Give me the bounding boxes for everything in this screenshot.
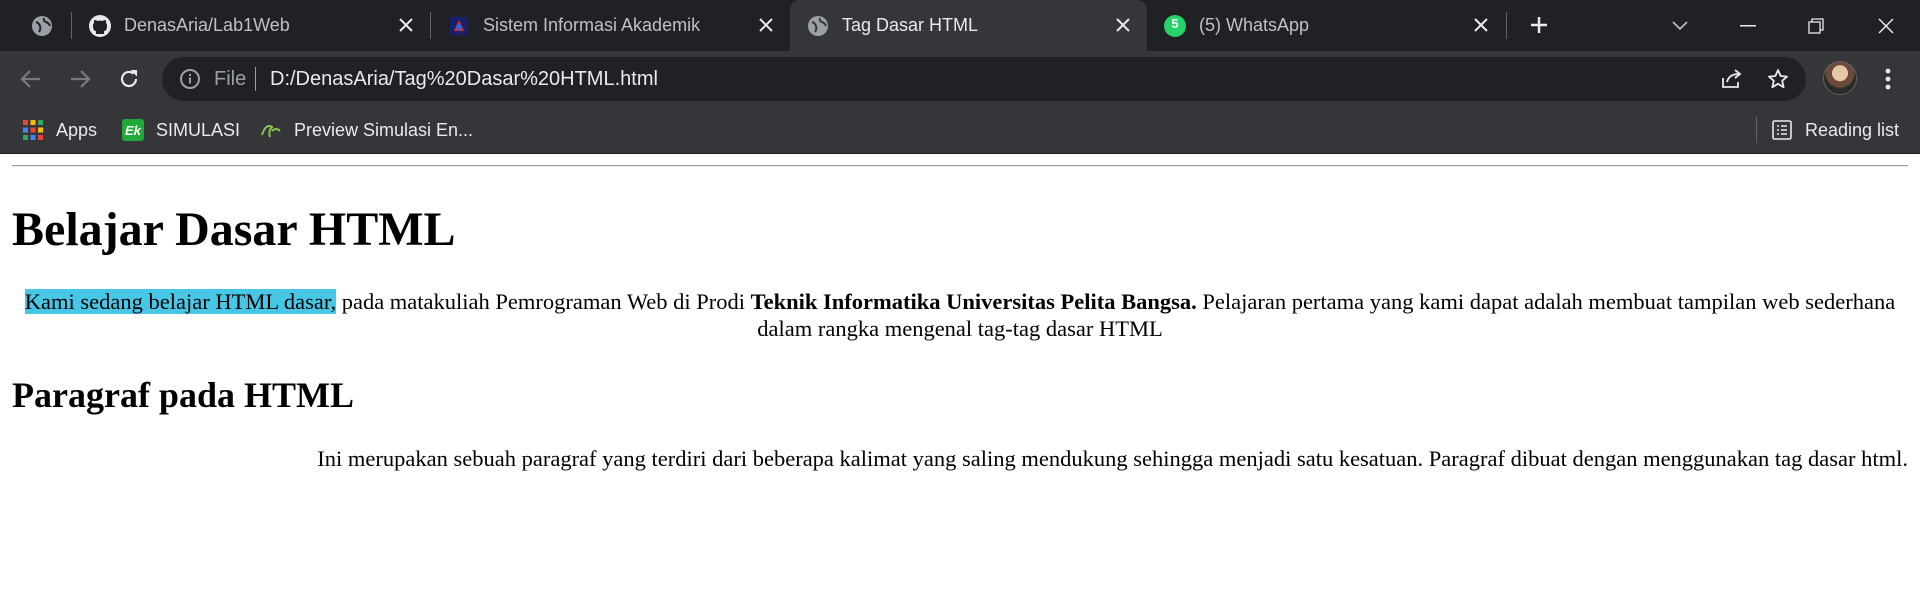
intro-paragraph: Kami sedang belajar HTML dasar, pada mat… [12, 288, 1908, 342]
university-logo-icon [447, 14, 471, 38]
close-icon [1878, 17, 1894, 34]
url-text[interactable]: D:/DenasAria/Tag%20Dasar%20HTML.html [270, 68, 658, 91]
restore-button[interactable] [1786, 0, 1846, 51]
chevron-down-icon [1672, 20, 1688, 30]
tab-github[interactable]: DenasAria/Lab1Web [72, 0, 430, 51]
leaf-logo-icon [260, 119, 282, 141]
bookmark-preview-simulasi[interactable]: Preview Simulasi En... [260, 117, 473, 143]
arrow-right-icon [71, 70, 91, 88]
reading-list-label: Reading list [1805, 119, 1900, 140]
forward-button[interactable] [64, 63, 96, 95]
close-window-button[interactable] [1856, 0, 1916, 51]
back-button[interactable] [15, 63, 47, 95]
section-heading: Paragraf pada HTML [12, 375, 354, 415]
close-icon[interactable] [1469, 13, 1493, 37]
globe-icon [30, 14, 54, 38]
tab-search-button[interactable] [1650, 0, 1710, 51]
page-content: Belajar Dasar HTML Kami sedang belajar H… [0, 154, 1920, 607]
intro-bold-text: Teknik Informatika Universitas Pelita Ba… [750, 289, 1197, 314]
minimize-button[interactable] [1718, 0, 1778, 51]
svg-text:Ek: Ek [125, 123, 142, 138]
horizontal-rule [12, 165, 1908, 167]
bookmarks-separator [1756, 117, 1757, 143]
reading-list-button[interactable]: Reading list [1771, 117, 1899, 143]
toolbar: File D:/DenasAria/Tag%20Dasar%20HTML.htm… [0, 51, 1920, 106]
arrow-left-icon [20, 70, 40, 88]
bookmark-simulasi[interactable]: Ek SIMULASI [122, 117, 240, 143]
tab-title: (5) WhatsApp [1199, 15, 1310, 35]
page-heading: Belajar Dasar HTML [12, 203, 456, 256]
reload-icon [120, 70, 138, 88]
globe-icon [806, 14, 830, 38]
share-icon[interactable] [1720, 67, 1744, 91]
close-icon[interactable] [394, 13, 418, 37]
address-bar[interactable]: File D:/DenasAria/Tag%20Dasar%20HTML.htm… [162, 57, 1806, 101]
more-vert-icon [1885, 68, 1891, 90]
info-icon[interactable] [178, 67, 202, 91]
tab-tag-dasar-html[interactable]: Tag Dasar HTML [790, 0, 1147, 51]
scheme-label: File [214, 68, 247, 90]
close-icon[interactable] [754, 13, 778, 37]
intro-text-1: pada matakuliah Pemrograman Web di Prodi [336, 289, 751, 314]
bookmark-label: Preview Simulasi En... [294, 119, 474, 140]
omnibox-divider [255, 67, 256, 91]
new-tab-button[interactable] [1523, 9, 1555, 41]
plus-icon [1531, 17, 1547, 33]
tab-strip: DenasAria/Lab1Web Sistem Informasi Akade… [0, 0, 1920, 51]
bookmark-label: Apps [56, 119, 98, 140]
close-icon[interactable] [1111, 13, 1135, 37]
tab-whatsapp[interactable]: 5 (5) WhatsApp [1147, 0, 1505, 51]
ek-logo-icon: Ek [122, 119, 144, 141]
bookmark-apps[interactable]: Apps [22, 117, 97, 143]
tab-title: DenasAria/Lab1Web [124, 15, 290, 35]
bookmarks-bar: Apps Ek SIMULASI Preview Simulasi En... … [0, 106, 1920, 154]
body-paragraph: Ini merupakan sebuah paragraf yang terdi… [317, 446, 1908, 471]
highlighted-text: Kami sedang belajar HTML dasar, [24, 289, 337, 314]
bookmark-label: SIMULASI [156, 119, 241, 140]
github-icon [88, 14, 112, 38]
menu-button[interactable] [1872, 63, 1904, 95]
star-icon[interactable] [1766, 67, 1790, 91]
apps-grid-icon [22, 119, 44, 141]
reload-button[interactable] [113, 63, 145, 95]
tab-title: Tag Dasar HTML [842, 15, 979, 35]
restore-icon [1808, 17, 1824, 34]
profile-avatar[interactable] [1823, 61, 1857, 95]
whatsapp-icon: 5 [1163, 14, 1187, 38]
minimize-icon [1740, 24, 1756, 26]
notification-badge: 5 [1171, 15, 1179, 31]
tab-title: Sistem Informasi Akademik [483, 15, 701, 35]
tab-pinned[interactable] [12, 0, 72, 51]
tab-sistem-informasi[interactable]: Sistem Informasi Akademik [431, 0, 790, 51]
tab-separator [1506, 12, 1507, 39]
reading-list-icon [1771, 119, 1793, 141]
